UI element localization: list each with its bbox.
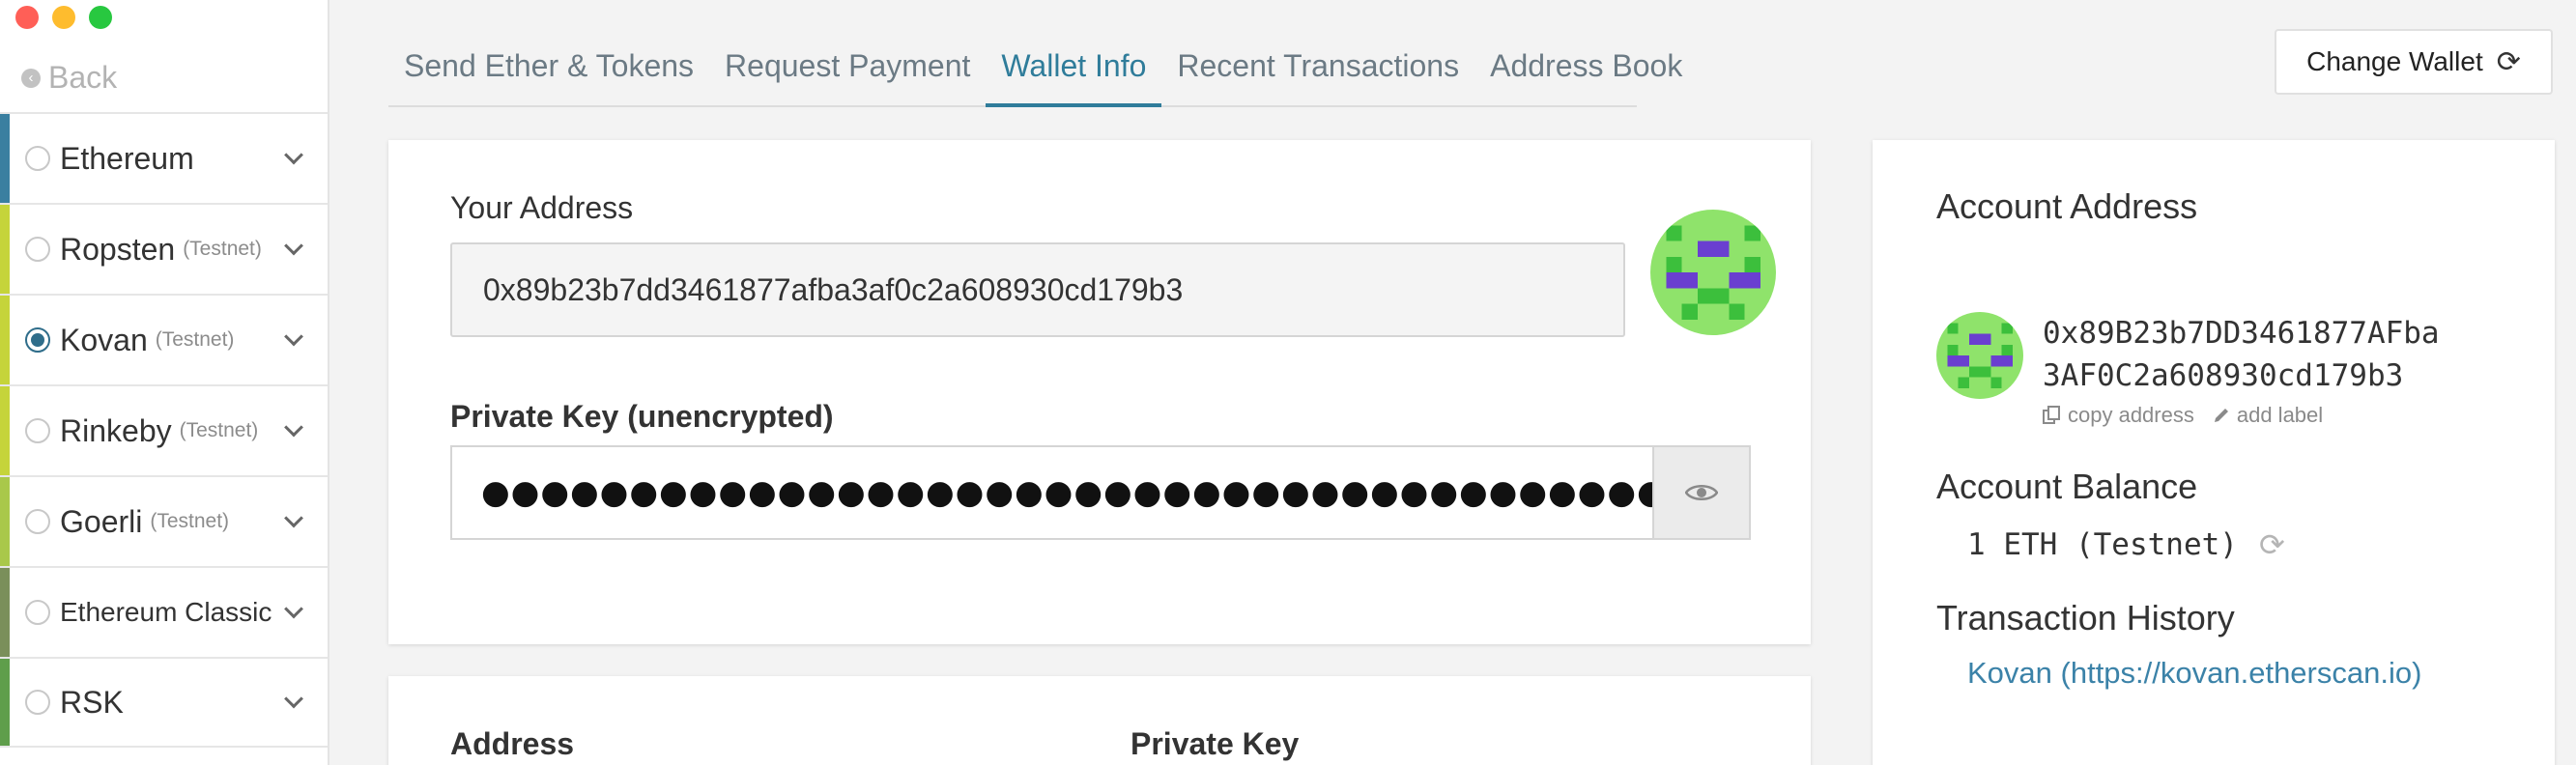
account-balance: 1 ETH (Testnet) ⟳ (1967, 526, 2285, 563)
chevron-down-icon[interactable] (284, 326, 303, 347)
network-name: Kovan (60, 322, 148, 357)
account-identicon (1936, 312, 2023, 399)
network-radio[interactable] (25, 509, 50, 534)
network-subtitle: (Testnet) (150, 510, 230, 532)
your-address-label: Your Address (450, 190, 634, 225)
network-item-ethereum-classic[interactable]: Ethereum Classic (0, 566, 328, 657)
zoom-window-button[interactable] (89, 6, 112, 29)
account-address-line2: 3AF0C2a608930cd179b3 (2043, 358, 2404, 393)
network-radio[interactable] (25, 600, 50, 625)
network-name: Goerli (60, 503, 143, 539)
network-name: RSK (60, 684, 124, 720)
network-name: Ethereum (60, 140, 194, 176)
chevron-down-icon[interactable] (284, 599, 303, 619)
tab-send-ether-tokens[interactable]: Send Ether & Tokens (388, 37, 709, 107)
tab-wallet-info[interactable]: Wallet Info (986, 37, 1162, 107)
transaction-history-heading: Transaction History (1936, 598, 2235, 638)
network-subtitle: (Testnet) (183, 238, 262, 260)
private-key-row: ●●●●●●●●●●●●●●●●●●●●●●●●●●●●●●●●●●●●●●●●… (450, 445, 1751, 540)
wallet-info-card: Your Address 0x89b23b7dd3461877afba3af0c… (388, 140, 1811, 644)
network-color-bar (0, 386, 10, 475)
network-item-ethereum[interactable]: Ethereum (0, 112, 328, 203)
wallet-tabs: Send Ether & Tokens Request Payment Wallet… (388, 37, 1682, 107)
network-sidebar: ‹ Back Ethereum Ropsten (Testnet) Kovan (Tes… (0, 0, 329, 765)
network-radio[interactable] (25, 690, 50, 715)
network-radio[interactable] (25, 237, 50, 262)
network-name: Rinkeby (60, 412, 172, 448)
network-item-goerli[interactable]: Goerli (Testnet) (0, 475, 328, 566)
network-item-rinkeby[interactable]: Rinkeby (Testnet) (0, 384, 328, 475)
bottom-private-key-label: Private Key (1131, 726, 1300, 761)
private-key-label: Private Key (unencrypted) (450, 399, 834, 434)
network-item-rsk[interactable]: RSK (0, 657, 328, 748)
network-radio[interactable] (25, 327, 50, 353)
network-color-bar (0, 296, 10, 384)
close-window-button[interactable] (15, 6, 39, 29)
paper-wallet-card: Address Private Key (388, 676, 1811, 765)
address-identicon (1650, 210, 1776, 335)
address-actions: copy address add label (2043, 403, 2323, 428)
network-color-bar (0, 205, 10, 294)
minimize-window-button[interactable] (52, 6, 75, 29)
network-subtitle: (Testnet) (179, 419, 259, 441)
refresh-balance-icon[interactable]: ⟳ (2259, 526, 2285, 563)
network-list: Ethereum Ropsten (Testnet) Kovan (Testnet) Ri… (0, 112, 328, 748)
pencil-icon (2214, 409, 2228, 422)
back-arrow-icon: ‹ (21, 68, 41, 88)
chevron-down-icon[interactable] (284, 508, 303, 528)
network-color-bar (0, 477, 10, 566)
bottom-address-label: Address (450, 726, 575, 761)
copy-icon (2043, 406, 2060, 424)
toggle-visibility-button[interactable] (1652, 445, 1751, 540)
account-address-line1: 0x89B23b7DD3461877AFba (2043, 316, 2440, 351)
tab-recent-transactions[interactable]: Recent Transactions (1161, 37, 1474, 107)
network-subtitle: (Testnet) (155, 328, 235, 351)
network-color-bar (0, 114, 10, 203)
network-name: Ropsten (60, 231, 176, 267)
refresh-icon: ⟳ (2496, 45, 2521, 78)
back-label: Back (48, 60, 118, 95)
copy-address-label: copy address (2068, 403, 2194, 427)
network-radio[interactable] (25, 418, 50, 443)
tab-address-book[interactable]: Address Book (1474, 37, 1698, 107)
network-item-ropsten[interactable]: Ropsten (Testnet) (0, 203, 328, 294)
account-address-value: 0x89B23b7DD3461877AFba 3AF0C2a608930cd17… (2043, 312, 2526, 397)
address-field[interactable]: 0x89b23b7dd3461877afba3af0c2a608930cd179… (450, 242, 1625, 337)
account-balance-value: 1 ETH (Testnet) (1967, 527, 2238, 562)
network-radio[interactable] (25, 146, 50, 171)
network-color-bar (0, 568, 10, 657)
private-key-field[interactable]: ●●●●●●●●●●●●●●●●●●●●●●●●●●●●●●●●●●●●●●●●… (450, 445, 1652, 540)
eye-icon (1685, 485, 1718, 500)
network-item-kovan[interactable]: Kovan (Testnet) (0, 294, 328, 384)
window-controls (15, 6, 112, 29)
add-label-link[interactable]: add label (2212, 403, 2323, 428)
chevron-down-icon[interactable] (284, 145, 303, 165)
etherscan-link[interactable]: Kovan (https://kovan.etherscan.io) (1967, 656, 2421, 691)
network-color-bar (0, 659, 10, 746)
account-balance-heading: Account Balance (1936, 467, 2198, 506)
tab-request-payment[interactable]: Request Payment (709, 37, 986, 107)
change-wallet-label: Change Wallet (2306, 46, 2483, 76)
copy-address-link[interactable]: copy address (2043, 403, 2194, 428)
network-name: Ethereum Classic (60, 597, 272, 627)
change-wallet-button[interactable]: Change Wallet ⟳ (2275, 29, 2553, 95)
chevron-down-icon[interactable] (284, 417, 303, 438)
add-label-label: add label (2236, 403, 2324, 427)
chevron-down-icon[interactable] (284, 689, 303, 709)
account-address-heading: Account Address (1936, 186, 2198, 226)
back-button[interactable]: ‹ Back (21, 60, 117, 96)
account-card: Account Address 0x89B23b7DD3461877AFba 3… (1873, 140, 2555, 765)
chevron-down-icon[interactable] (284, 236, 303, 256)
